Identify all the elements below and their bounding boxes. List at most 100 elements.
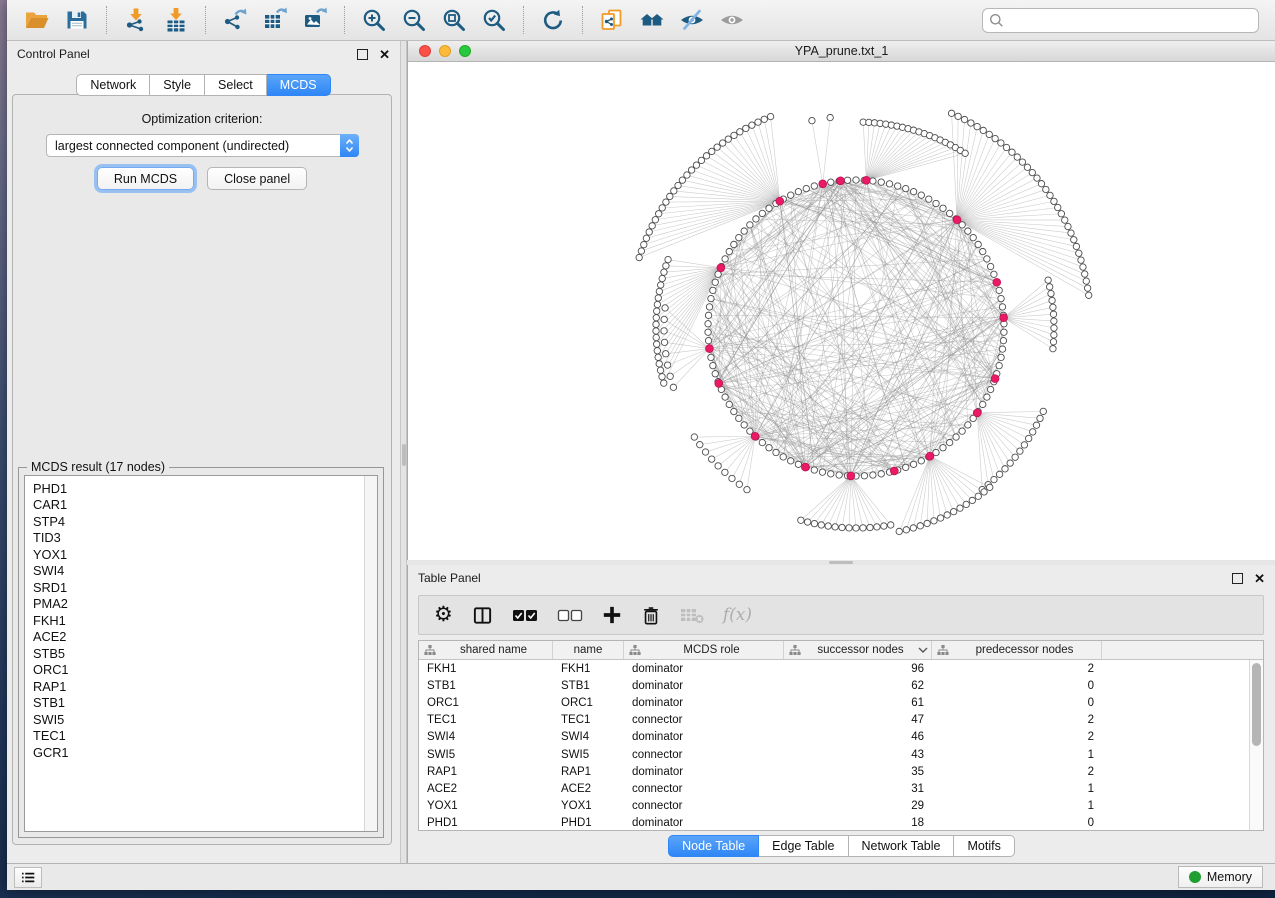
table-row-SWI5[interactable]: SWI5SWI5connector431 [419, 746, 1263, 763]
export-image-button[interactable] [298, 4, 332, 36]
table-row-FKH1[interactable]: FKH1FKH1dominator962 [419, 660, 1263, 677]
delete-column-button[interactable] [639, 603, 663, 628]
mcds-result-item[interactable]: YOX1 [25, 546, 377, 563]
table-scrollbar[interactable] [1249, 660, 1263, 830]
tab-network[interactable]: Network [76, 74, 150, 96]
open-folder-icon [24, 7, 50, 33]
mcds-result-item[interactable]: TEC1 [25, 728, 377, 745]
scrollbar-thumb[interactable] [1252, 663, 1261, 746]
delete-table-button[interactable] [678, 604, 706, 626]
table-panel-header: Table Panel ✕ [408, 565, 1275, 591]
network-view-window: YPA_prune.txt_1 [407, 41, 1275, 560]
run-mcds-button[interactable]: Run MCDS [97, 167, 194, 190]
mcds-result-list[interactable]: PHD1CAR1STP4TID3YOX1SWI4SRD1PMA2FKH1ACE2… [24, 475, 378, 832]
export-table-button[interactable] [258, 4, 292, 36]
column-header-MCDS-role[interactable]: MCDS role [624, 641, 784, 659]
tab-style[interactable]: Style [150, 74, 205, 96]
mcds-result-item[interactable]: STP4 [25, 513, 377, 530]
column-header-name[interactable]: name [553, 641, 624, 659]
mcds-tab-content: Optimization criterion: largest connecte… [12, 94, 392, 845]
tab-network-table[interactable]: Network Table [849, 835, 955, 857]
table-row-PHD1[interactable]: PHD1PHD1dominator180 [419, 815, 1263, 831]
table-row-ORC1[interactable]: ORC1ORC1dominator610 [419, 694, 1263, 711]
network-canvas[interactable] [408, 62, 1275, 560]
cell: dominator [624, 766, 784, 778]
clone-network-button[interactable] [595, 4, 629, 36]
float-panel-icon[interactable] [1232, 573, 1243, 584]
cell: FKH1 [419, 663, 553, 675]
fx-icon: f(x) [723, 605, 752, 625]
memory-status-dot [1189, 871, 1201, 883]
memory-button[interactable]: Memory [1178, 866, 1263, 888]
memory-label: Memory [1207, 870, 1252, 884]
result-list-scrollbar[interactable] [364, 476, 377, 831]
hide-selected-button[interactable] [675, 4, 709, 36]
float-panel-icon[interactable] [357, 49, 368, 60]
first-neighbors-button[interactable] [635, 4, 669, 36]
function-builder-button[interactable]: f(x) [721, 603, 754, 627]
zoom-out-button[interactable] [397, 4, 431, 36]
checked-boxes-icon [512, 608, 538, 623]
zoom-in-icon [361, 7, 387, 33]
vertical-splitter[interactable] [400, 41, 407, 863]
application-window: Control Panel ✕ NetworkStyleSelectMCDS O… [7, 0, 1275, 890]
mcds-result-item[interactable]: SWI5 [25, 711, 377, 728]
mcds-result-item[interactable]: TID3 [25, 530, 377, 547]
delete-table-icon [680, 606, 704, 624]
open-file-button[interactable] [20, 4, 54, 36]
column-header-successor-nodes[interactable]: successor nodes [784, 641, 932, 659]
search-icon [989, 13, 1004, 28]
cell: YOX1 [419, 800, 553, 812]
deselect-all-button[interactable] [555, 606, 585, 625]
show-panels-button[interactable] [14, 867, 42, 888]
table-row-ACE2[interactable]: ACE2ACE2connector311 [419, 780, 1263, 797]
mcds-result-item[interactable]: CAR1 [25, 497, 377, 514]
column-header-predecessor-nodes[interactable]: predecessor nodes [932, 641, 1102, 659]
cell: ORC1 [419, 697, 553, 709]
zoom-fit-button[interactable] [437, 4, 471, 36]
mcds-result-item[interactable]: FKH1 [25, 612, 377, 629]
add-column-button[interactable] [600, 603, 624, 627]
mcds-result-item[interactable]: PMA2 [25, 596, 377, 613]
criterion-dropdown[interactable]: largest connected component (undirected) [46, 134, 359, 157]
tab-select[interactable]: Select [205, 74, 267, 96]
table-row-TEC1[interactable]: TEC1TEC1connector472 [419, 712, 1263, 729]
cell: 0 [932, 697, 1102, 709]
table-row-RAP1[interactable]: RAP1RAP1dominator352 [419, 763, 1263, 780]
mcds-result-item[interactable]: PHD1 [25, 480, 377, 497]
refresh-layout-button[interactable] [536, 4, 570, 36]
zoom-in-button[interactable] [357, 4, 391, 36]
unchecked-boxes-icon [557, 608, 583, 623]
table-row-SWI4[interactable]: SWI4SWI4dominator462 [419, 729, 1263, 746]
import-table-button[interactable] [159, 4, 193, 36]
mcds-result-item[interactable]: GCR1 [25, 744, 377, 761]
mcds-result-item[interactable]: SWI4 [25, 563, 377, 580]
tab-mcds[interactable]: MCDS [267, 74, 331, 96]
tab-node-table[interactable]: Node Table [668, 835, 759, 857]
select-all-button[interactable] [510, 606, 540, 625]
table-settings-button[interactable]: ⚙ [432, 603, 455, 627]
show-all-button[interactable] [715, 4, 749, 36]
cell: YOX1 [553, 800, 624, 812]
mcds-result-item[interactable]: STB1 [25, 695, 377, 712]
mcds-result-item[interactable]: ORC1 [25, 662, 377, 679]
export-network-button[interactable] [218, 4, 252, 36]
column-header-shared-name[interactable]: shared name [419, 641, 553, 659]
table-row-YOX1[interactable]: YOX1YOX1connector291 [419, 798, 1263, 815]
search-input[interactable] [982, 8, 1259, 33]
tab-motifs[interactable]: Motifs [954, 835, 1014, 857]
mcds-result-item[interactable]: STB5 [25, 645, 377, 662]
close-panel-icon[interactable]: ✕ [379, 49, 390, 60]
mcds-result-item[interactable]: RAP1 [25, 678, 377, 695]
close-panel-icon[interactable]: ✕ [1254, 573, 1265, 584]
save-session-button[interactable] [60, 4, 94, 36]
table-row-STB1[interactable]: STB1STB1dominator620 [419, 677, 1263, 694]
tab-edge-table[interactable]: Edge Table [759, 835, 848, 857]
close-panel-button[interactable]: Close panel [207, 167, 307, 190]
mcds-result-item[interactable]: ACE2 [25, 629, 377, 646]
show-column-button[interactable] [470, 603, 495, 628]
import-network-button[interactable] [119, 4, 153, 36]
zoom-selected-button[interactable] [477, 4, 511, 36]
cell: dominator [624, 663, 784, 675]
mcds-result-item[interactable]: SRD1 [25, 579, 377, 596]
